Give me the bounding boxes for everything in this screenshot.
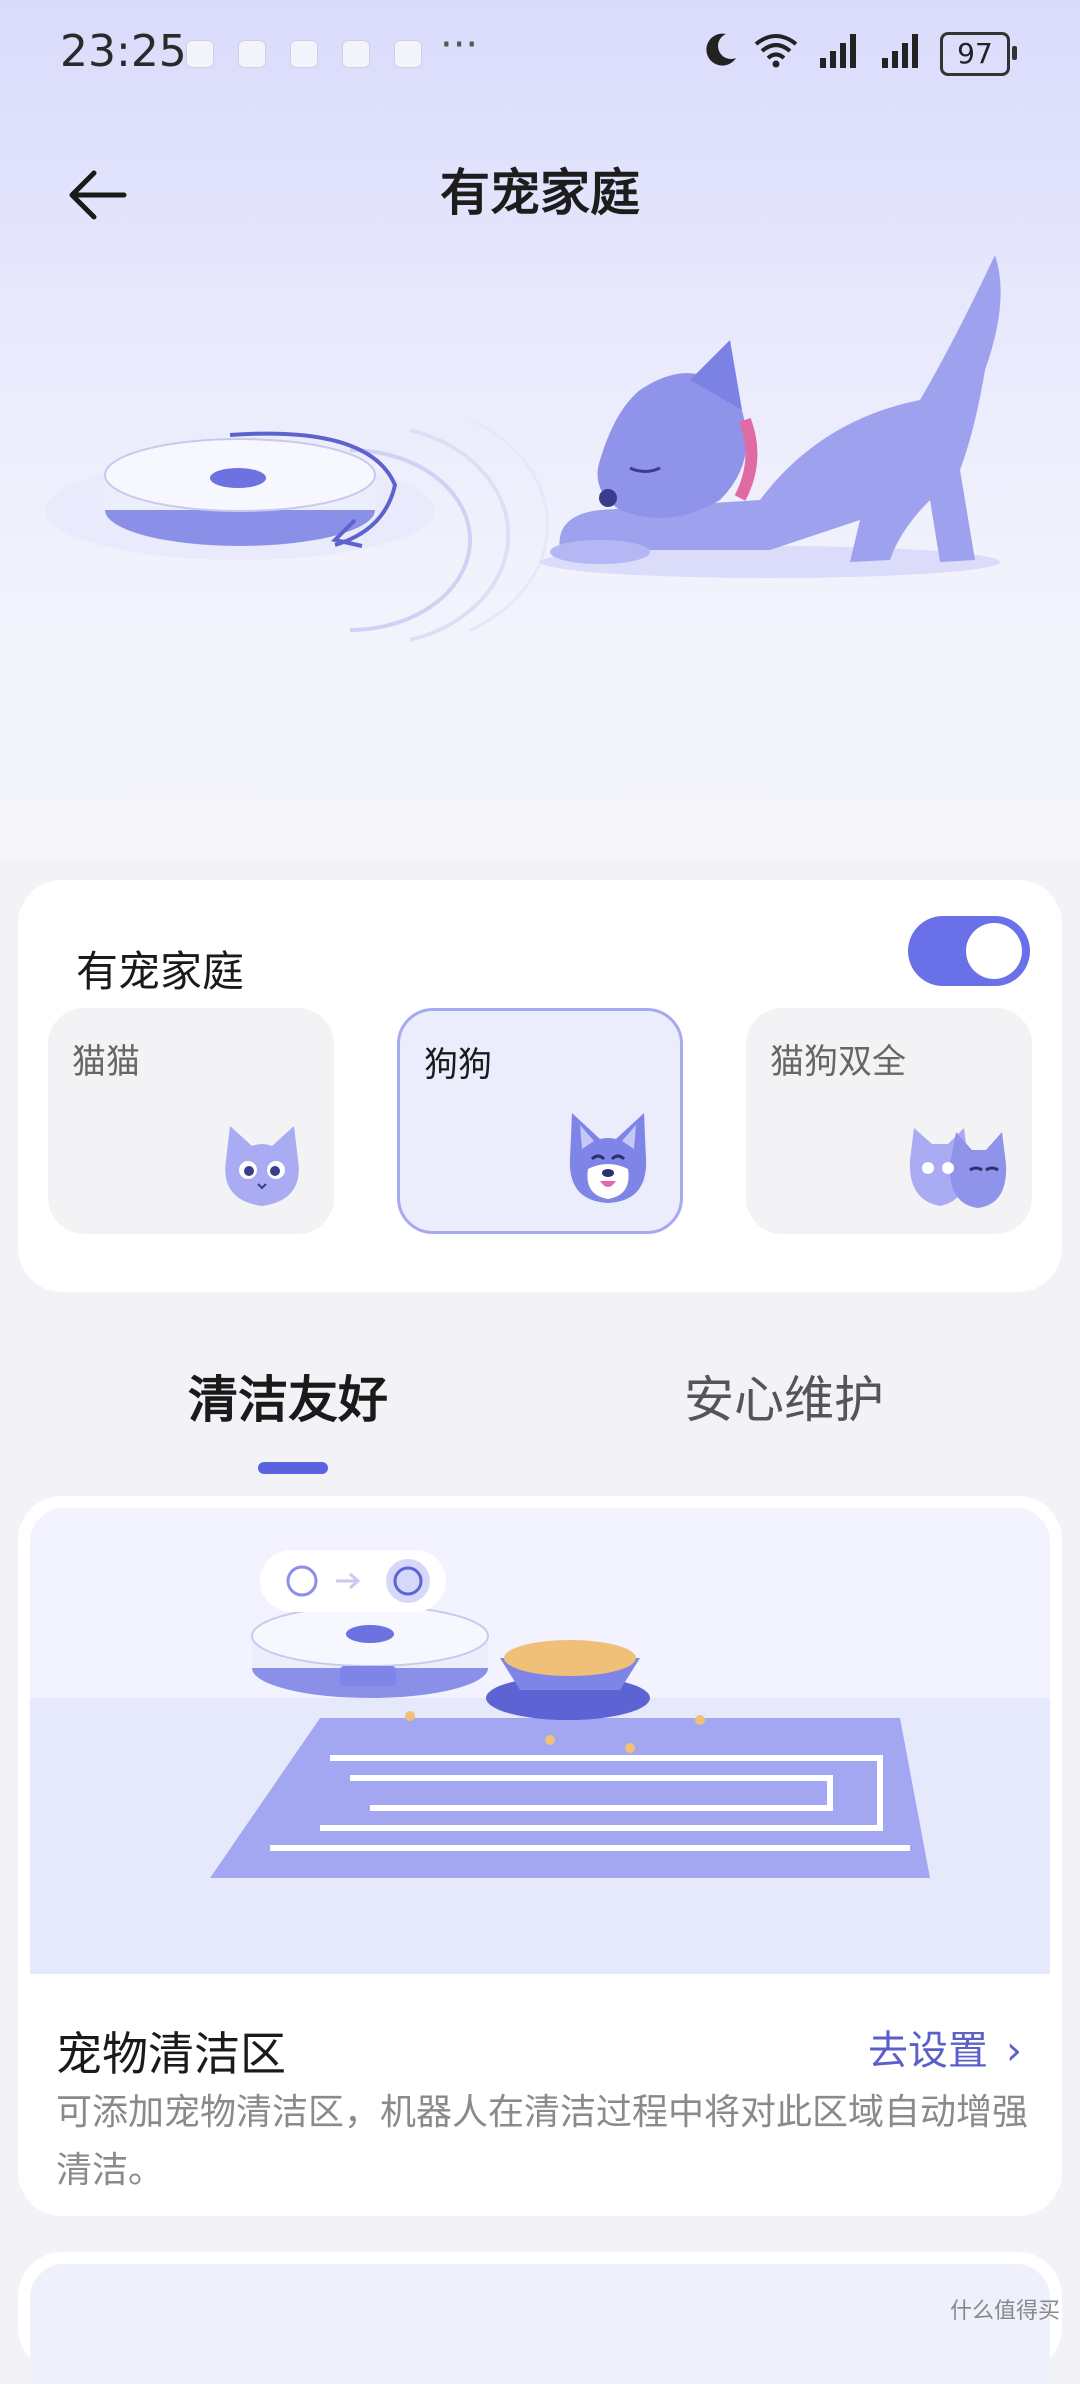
battery-indicator: 97 bbox=[940, 32, 1017, 76]
toggle-knob bbox=[966, 923, 1022, 979]
cellular-signal-icon bbox=[882, 34, 918, 68]
robot-and-dog-illustration bbox=[45, 255, 1001, 642]
feature-description: 可添加宠物清洁区，机器人在清洁过程中将对此区域自动增强清洁。 bbox=[56, 2092, 1029, 2191]
feature-title: 宠物清洁区 bbox=[56, 2027, 286, 2081]
pet-household-label: 有宠家庭 bbox=[76, 947, 245, 996]
go-settings-link[interactable]: 去设置 › bbox=[868, 2018, 1022, 2076]
option-cat[interactable]: 猫猫 bbox=[48, 1008, 334, 1234]
cat-and-dog-icon bbox=[909, 1128, 1007, 1208]
status-time: 23:25 bbox=[60, 26, 187, 77]
option-label: 猫猫 bbox=[72, 1042, 140, 1082]
chevron-right-icon: › bbox=[1006, 2028, 1022, 2074]
status-bar: 23:25 ··· 97 bbox=[0, 0, 1080, 110]
dog-face-icon bbox=[569, 1113, 647, 1203]
do-not-disturb-icon bbox=[706, 33, 736, 66]
pet-household-card: 有宠家庭 猫猫 狗狗 猫狗双全 bbox=[18, 880, 1062, 1292]
pet-cleaning-zone-card: 宠物清洁区 去设置 › 可添加宠物清洁区，机器人在清洁过程中将对此区域自动增强清洁… bbox=[18, 1496, 1062, 2216]
notification-icon bbox=[290, 40, 318, 68]
cellular-signal-icon bbox=[820, 34, 856, 68]
pet-cleaning-zone-illustration bbox=[30, 1508, 1050, 1974]
cat-face-icon bbox=[225, 1126, 299, 1206]
option-cat-and-dog[interactable]: 猫狗双全 bbox=[746, 1008, 1032, 1234]
wifi-icon bbox=[754, 34, 798, 68]
option-dog[interactable]: 狗狗 bbox=[397, 1008, 683, 1234]
pet-household-toggle[interactable] bbox=[908, 916, 1030, 986]
page-title: 有宠家庭 bbox=[440, 164, 640, 222]
option-label: 狗狗 bbox=[424, 1045, 492, 1085]
go-settings-label: 去设置 bbox=[868, 2028, 988, 2074]
option-label: 猫狗双全 bbox=[770, 1042, 906, 1082]
tab-peace-of-mind-maintenance[interactable]: 安心维护 bbox=[684, 1360, 884, 1432]
next-feature-illustration bbox=[30, 2264, 1050, 2384]
notification-icon bbox=[238, 40, 266, 68]
notification-icon bbox=[342, 40, 370, 68]
notification-icon bbox=[394, 40, 422, 68]
active-tab-indicator bbox=[258, 1462, 328, 1474]
tab-cleaning-friendly[interactable]: 清洁友好 bbox=[188, 1360, 388, 1432]
watermark: 什么值得买 bbox=[949, 2299, 1060, 2324]
next-feature-card bbox=[18, 2252, 1062, 2384]
notification-icon bbox=[186, 40, 214, 68]
more-notifications-icon: ··· bbox=[440, 22, 479, 68]
